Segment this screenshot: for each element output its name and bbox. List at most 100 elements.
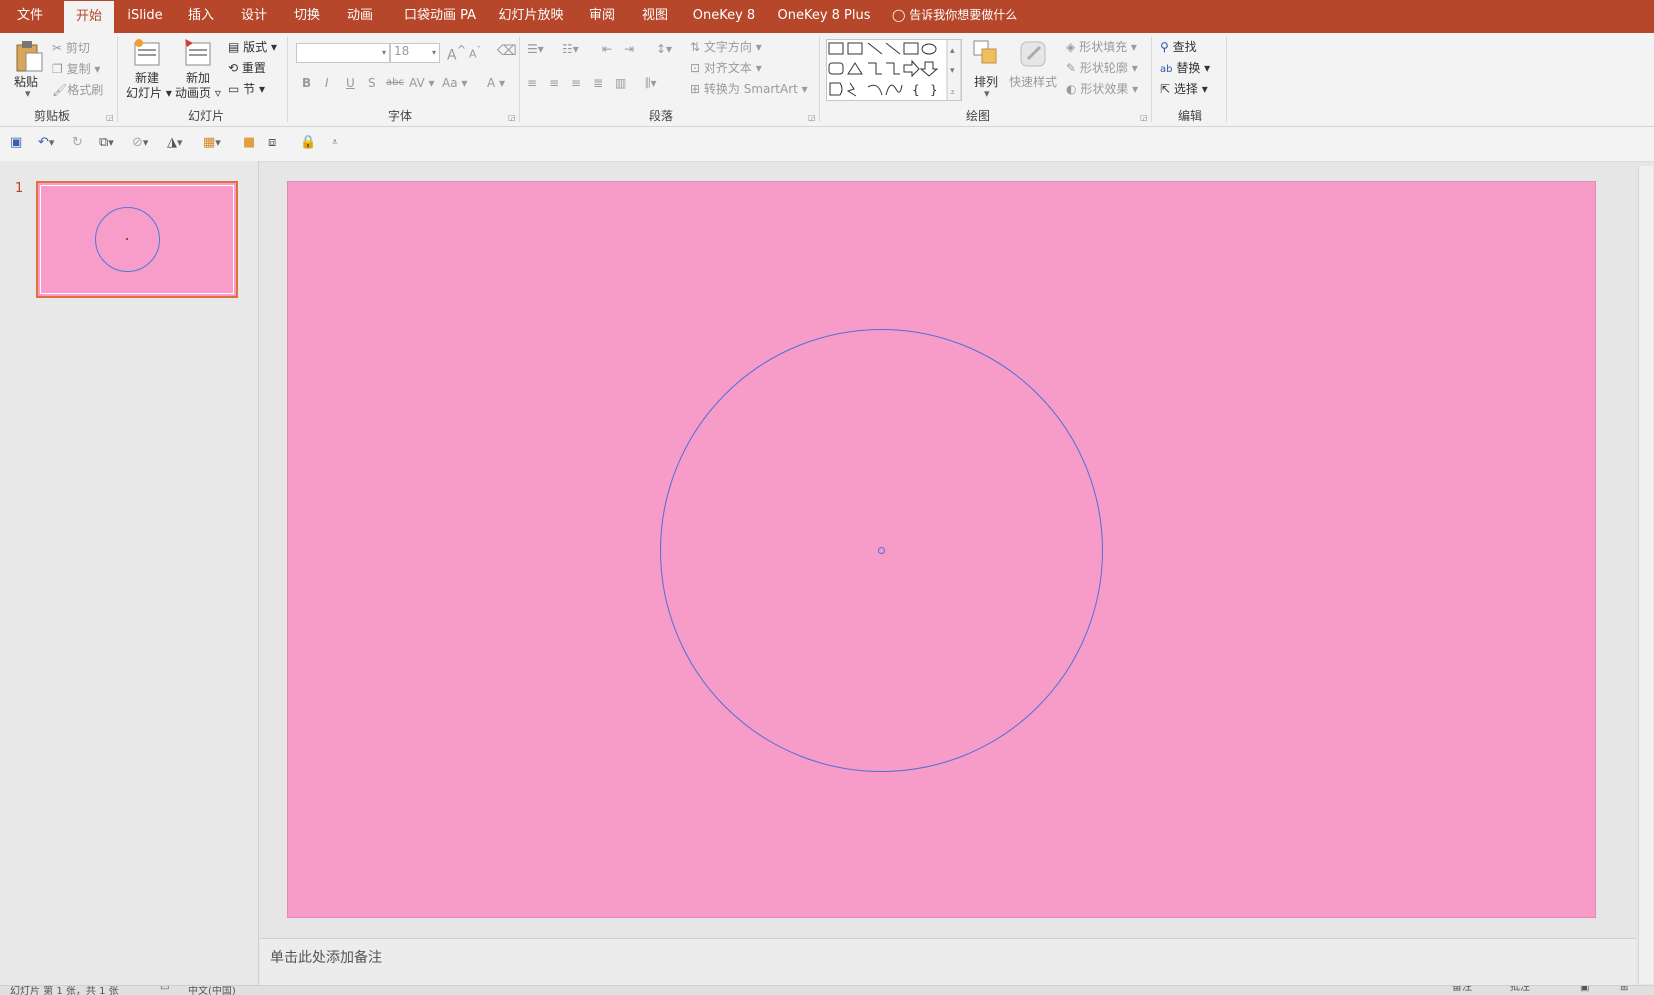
tab-transitions[interactable]: 切换 [283, 0, 331, 33]
vertical-scrollbar[interactable] [1638, 166, 1653, 984]
editing-group-label: 编辑 [1178, 109, 1203, 123]
brush-icon: 🖌 [52, 83, 68, 97]
select-button[interactable]: ⇱ 选择 ▾ [1160, 80, 1208, 97]
shapes-gallery[interactable]: { } ▴ ▾ ⩡ [826, 39, 962, 101]
new-animation-page-button[interactable]: 动画页 ▿ [175, 84, 221, 101]
shrink-font-label: A [469, 47, 477, 61]
arrange-dropdown-icon[interactable]: ▾ [984, 87, 990, 100]
decrease-indent-button[interactable]: ⇤ [602, 42, 612, 56]
save-icon[interactable]: ▣ [10, 135, 22, 150]
merge-shapes-icon[interactable]: ⊘▾ [132, 135, 148, 150]
tab-file[interactable]: 文件 [0, 0, 60, 33]
select-label: 选择 [1173, 82, 1198, 96]
thumbnail-center-dot [126, 238, 128, 240]
columns-button[interactable]: ⫼▾ [645, 76, 657, 91]
cut-button[interactable]: ✂ 剪切 [52, 39, 90, 56]
tab-islide[interactable]: iSlide [118, 0, 172, 33]
font-size-value: 18 [394, 44, 410, 58]
shadow-button[interactable]: S [368, 76, 376, 90]
character-spacing-button[interactable]: AV ▾ [409, 76, 435, 90]
drawing-launcher-icon[interactable]: ◲ [1140, 113, 1148, 122]
tab-slideshow[interactable]: 幻灯片放映 [494, 0, 568, 33]
section-button[interactable]: ▭ 节 ▾ [228, 80, 265, 97]
paint-bucket-icon: ◈ [1066, 40, 1076, 54]
align-text-label: 对齐文本 [703, 61, 752, 75]
svg-text:⩡: ⩡ [950, 88, 955, 98]
font-group-label: 字体 [388, 109, 413, 123]
format-painter-button[interactable]: 🖌格式刷 [52, 81, 103, 98]
bold-button[interactable]: B [302, 76, 311, 90]
align-center-button[interactable]: ≡ [549, 76, 559, 90]
group-icon[interactable]: ⧈ [268, 135, 276, 150]
font-launcher-icon[interactable]: ◲ [508, 113, 516, 122]
font-name-combo[interactable]: ▾ [296, 43, 390, 63]
paste-dropdown-icon[interactable]: ▾ [25, 87, 31, 100]
find-label: 查找 [1172, 40, 1197, 54]
notes-pane[interactable]: 单击此处添加备注 [260, 938, 1636, 985]
quick-styles-button[interactable]: 快速样式 [1009, 73, 1057, 90]
align-text-button[interactable]: ⊡ 对齐文本 ▾ [690, 59, 762, 76]
shape-fill-label: 形状填充 [1079, 40, 1128, 54]
layout-button[interactable]: ▤ 版式 ▾ [228, 38, 277, 55]
undo-icon[interactable]: ↶▾ [38, 135, 54, 150]
reset-button[interactable]: ⟲ 重置 [228, 59, 266, 76]
grow-font-button[interactable]: A^ [447, 43, 466, 64]
strikethrough-button[interactable]: abc [386, 77, 404, 88]
align-right-button[interactable]: ≡ [571, 76, 581, 90]
paragraph-launcher-icon[interactable]: ◲ [808, 113, 816, 122]
shape-fill-button[interactable]: ◈ 形状填充 ▾ [1066, 38, 1137, 55]
tab-review[interactable]: 审阅 [578, 0, 626, 33]
ribbon-tab-bar: 文件 开始 iSlide 插入 设计 切换 动画 口袋动画 PA 幻灯片放映 审… [0, 0, 1654, 33]
italic-button[interactable]: I [325, 76, 329, 90]
bullets-button[interactable]: ☰▾ [527, 42, 544, 56]
convert-smartart-button[interactable]: ⊞ 转换为 SmartArt ▾ [690, 80, 808, 97]
change-case-button[interactable]: Aa ▾ [442, 76, 467, 90]
redo-icon[interactable]: ↻ [72, 135, 83, 150]
tab-insert[interactable]: 插入 [176, 0, 226, 33]
tab-design[interactable]: 设计 [230, 0, 278, 33]
new-slide-icon [134, 39, 160, 66]
tab-pocket-animation[interactable]: 口袋动画 PA [397, 0, 483, 33]
font-color-button[interactable]: A ▾ [487, 76, 505, 90]
increase-indent-button[interactable]: ⇥ [624, 42, 634, 56]
tab-view[interactable]: 视图 [631, 0, 679, 33]
clipboard-launcher-icon[interactable]: ◲ [106, 113, 114, 122]
lock-icon[interactable]: 🔒 [300, 135, 316, 150]
notes-status-icon[interactable]: ▭ [160, 986, 169, 993]
copy-button[interactable]: ❐ 复制 ▾ [52, 60, 100, 77]
align-tool-icon[interactable]: ◮▾ [167, 135, 183, 150]
shape-outline-button[interactable]: ✎ 形状轮廓 ▾ [1066, 59, 1138, 76]
new-slide-button[interactable]: 幻灯片 ▾ [126, 84, 172, 101]
fill-color-icon[interactable]: ■ [243, 135, 255, 150]
normal-view-icon[interactable]: ▣ [1580, 986, 1589, 993]
underline-button[interactable]: U [346, 76, 355, 90]
new-slide-label-2: 幻灯片 [126, 86, 163, 100]
slide-thumbnail[interactable] [36, 181, 238, 298]
divider [287, 37, 288, 122]
justify-button[interactable]: ≣ [593, 76, 603, 90]
tab-animations[interactable]: 动画 [336, 0, 384, 33]
text-direction-button[interactable]: ⇅ 文字方向 ▾ [690, 38, 762, 55]
customize-qat-icon[interactable]: ⩡ [332, 137, 338, 148]
numbering-button[interactable]: ☷▾ [562, 42, 579, 56]
align-left-button[interactable]: ≡ [527, 76, 537, 90]
shape-tool-icon[interactable]: ⧉▾ [99, 135, 114, 150]
replace-button[interactable]: ab 替换 ▾ [1160, 59, 1210, 76]
shape-effects-button[interactable]: ◐ 形状效果 ▾ [1066, 80, 1138, 97]
tab-onekey8[interactable]: OneKey 8 [688, 0, 760, 33]
center-point-shape[interactable] [878, 547, 885, 554]
shrink-font-button[interactable]: Aˇ [469, 45, 481, 61]
find-button[interactable]: ⚲ 查找 [1160, 38, 1197, 55]
font-size-combo[interactable]: 18 ▾ [390, 43, 440, 63]
copy-label: 复制 [66, 62, 91, 76]
tell-me-search[interactable]: ◯ 告诉我你想要做什么 [892, 0, 1017, 33]
line-spacing-button[interactable]: ↕▾ [656, 42, 672, 56]
clear-format-icon[interactable]: ⌫ [497, 43, 517, 59]
slide-sorter-icon[interactable]: ⊞ [1620, 986, 1628, 993]
slide-canvas[interactable] [287, 181, 1596, 918]
tab-home[interactable]: 开始 [64, 1, 114, 33]
tab-onekey8-plus[interactable]: OneKey 8 Plus [774, 0, 874, 33]
picture-tool-icon[interactable]: ▦▾ [203, 135, 221, 150]
shape-effects-label: 形状效果 [1080, 82, 1129, 96]
distributed-button[interactable]: ▥ [615, 76, 626, 90]
